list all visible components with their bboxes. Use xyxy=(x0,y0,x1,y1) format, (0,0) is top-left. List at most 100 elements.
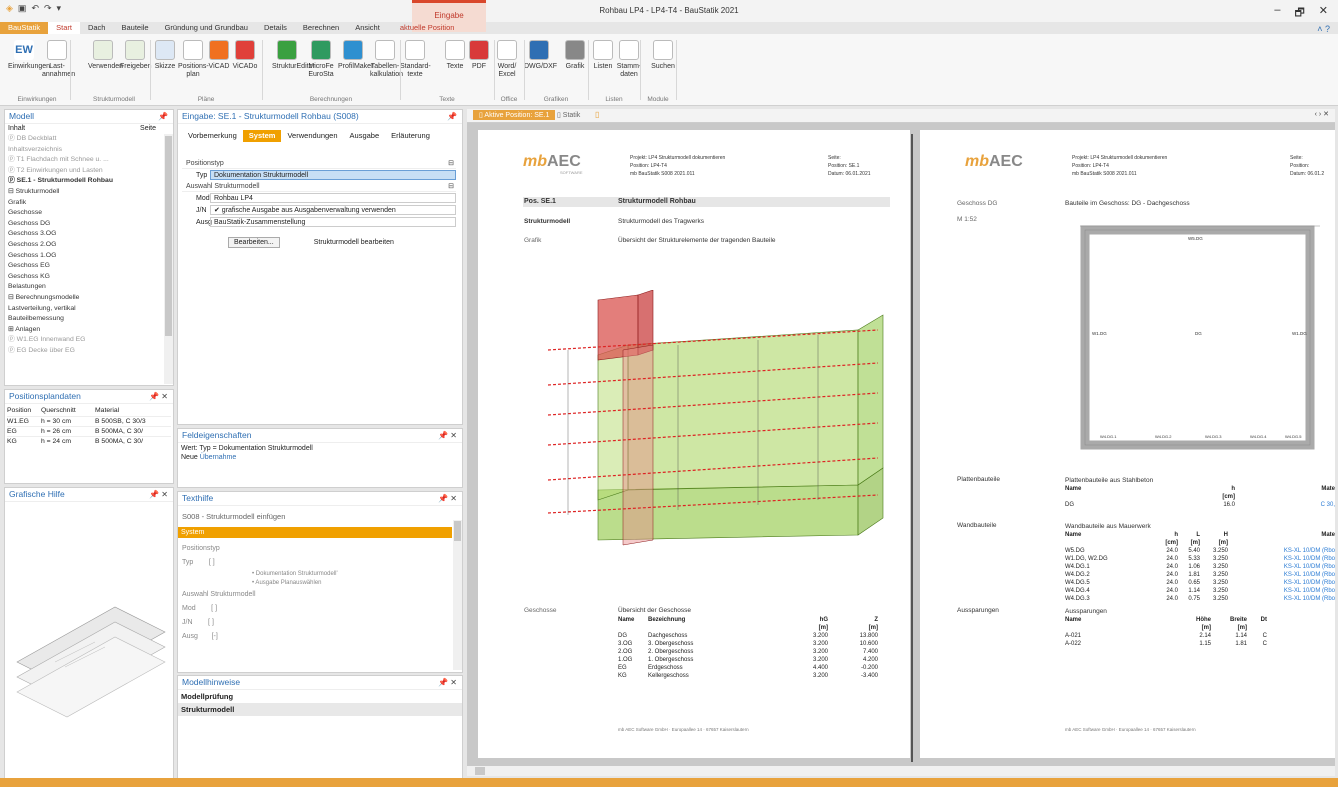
tree-item[interactable]: Bauteilbemessung xyxy=(8,314,173,325)
restore-icon[interactable]: 🗗 xyxy=(1294,4,1304,23)
pin-close-icon[interactable]: 📌 ✕ xyxy=(438,492,457,505)
word-excel-button[interactable]: Word/ Excel xyxy=(492,40,522,79)
table-row[interactable]: 1.OG 1. Obergeschoss 3.200 4.200 xyxy=(618,656,890,664)
scrollbar[interactable] xyxy=(164,134,173,384)
tree-item[interactable]: ⓟ EG Decke über EG xyxy=(8,346,173,357)
pin-icon[interactable]: 📌 xyxy=(447,110,457,123)
table-row[interactable]: W1.EG h = 30 cm B 500SB, C 30/3 xyxy=(7,416,171,426)
suchen-button[interactable]: Suchen xyxy=(648,40,678,71)
table-row[interactable]: W4.DG.5 24.0 0.65 3.250 KS-XL 10/DM (Rbo xyxy=(1065,579,1335,587)
minimize-icon[interactable]: – xyxy=(1274,4,1280,23)
new-tab-icon[interactable]: ▯ xyxy=(595,110,599,119)
cell: 0.75 xyxy=(1188,596,1200,602)
cell: 4.200 xyxy=(862,657,878,663)
subtab-system[interactable]: System xyxy=(242,130,282,142)
tree-item[interactable]: ⊟ Strukturmodell xyxy=(8,187,173,198)
tree-item[interactable]: ⓟ T2 Einwirkungen und Lasten xyxy=(8,166,173,177)
pin-close-icon[interactable]: 📌 ✕ xyxy=(438,429,457,442)
hint-modellpruefung[interactable]: Modellprüfung xyxy=(178,690,462,703)
tree-item[interactable]: Belastungen xyxy=(8,282,173,293)
tab-gründung-und-grundbau[interactable]: Gründung und Grundbau xyxy=(157,22,256,34)
table-row[interactable]: A-021 2.14 1.14 C xyxy=(1065,632,1335,640)
tree-item[interactable]: ⊞ Anlagen xyxy=(8,325,173,336)
standardtexte-button[interactable]: Standard- texte xyxy=(400,40,431,79)
tree-item[interactable]: ⓟ SE.1 - Strukturmodell Rohbau xyxy=(8,176,173,187)
subtab-ausgabe[interactable]: Ausgabe xyxy=(344,130,386,142)
scrollbar[interactable] xyxy=(453,520,462,670)
pin-close-icon[interactable]: 📌 ✕ xyxy=(149,488,168,501)
tab-start[interactable]: Start xyxy=(48,22,80,34)
tree-item[interactable]: Geschoss DG xyxy=(8,219,173,230)
pin-close-icon[interactable]: 📌 ✕ xyxy=(149,390,168,403)
tab-baustatik[interactable]: BauStatik xyxy=(0,22,49,34)
microfe-button[interactable]: MicroFe EuroSta xyxy=(306,40,336,79)
table-row[interactable]: W4.DG.4 24.0 1.14 3.250 KS-XL 10/DM (Rbo xyxy=(1065,587,1335,595)
tab-details[interactable]: Details xyxy=(256,22,295,34)
tree-item[interactable]: Grafik xyxy=(8,198,173,209)
tree-item[interactable]: Geschosse xyxy=(8,208,173,219)
tab-dach[interactable]: Dach xyxy=(80,22,114,34)
cell: 16.0 xyxy=(1223,502,1235,508)
skizze-button[interactable]: Skizze xyxy=(150,40,180,71)
bmp-button[interactable]: Grafik xyxy=(560,40,590,71)
uebernahme-link[interactable]: Übernahme xyxy=(200,454,237,461)
pdf-button[interactable]: PDF xyxy=(464,40,494,71)
einwirkungen-button[interactable]: EW Einwirkungen xyxy=(8,40,50,71)
table-row[interactable]: W4.DG.1 24.0 1.06 3.250 KS-XL 10/DM (Rbo xyxy=(1065,563,1335,571)
subtab-erläuterung[interactable]: Erläuterung xyxy=(385,130,436,142)
table-row[interactable]: DG 16.0 C 30, xyxy=(1065,501,1335,509)
dwg-button[interactable]: DWG/DXF xyxy=(524,40,557,71)
doc-tab-statik[interactable]: ▯ Statik xyxy=(557,111,580,119)
tree-item[interactable]: Inhaltsverzeichnis xyxy=(8,145,173,156)
tree-item[interactable]: Lastverteilung, vertikal xyxy=(8,304,173,315)
tree-item[interactable]: Geschoss 2.OG xyxy=(8,240,173,251)
table-row[interactable]: 2.OG 2. Obergeschoss 3.200 7.400 xyxy=(618,648,890,656)
table-row[interactable]: W4.DG.2 24.0 1.81 3.250 KS-XL 10/DM (Rbo xyxy=(1065,571,1335,579)
ausg-select[interactable]: BauStatik-Zusammenstellung xyxy=(210,217,456,227)
tabellen-button[interactable]: Tabellen- kalkulation xyxy=(370,40,403,79)
tree-item[interactable]: Geschoss EG xyxy=(8,261,173,272)
tree-item[interactable]: ⓟ DB Deckblatt xyxy=(8,134,173,145)
doc-tab-active[interactable]: ▯ Aktive Position: SE.1 xyxy=(473,110,556,120)
tree-item[interactable]: Geschoss KG xyxy=(8,272,173,283)
subtab-vorbemerkung[interactable]: Vorbemerkung xyxy=(182,130,243,142)
mod-select[interactable]: Rohbau LP4 xyxy=(210,193,456,203)
tree-item[interactable]: Geschoss 1.OG xyxy=(8,251,173,262)
tree-item[interactable]: ⓟ T1 Flachdach mit Schnee u. ... xyxy=(8,155,173,166)
table-row[interactable]: 3.OG 3. Obergeschoss 3.200 10.600 xyxy=(618,640,890,648)
tab-berechnen[interactable]: Berechnen xyxy=(295,22,347,34)
tree-item[interactable]: ⓟ W1.EG Innenwand EG xyxy=(8,335,173,346)
table-row[interactable]: W4.DG.3 24.0 0.75 3.250 KS-XL 10/DM (Rbo xyxy=(1065,595,1335,603)
table-row[interactable]: KG Kellergeschoss 3.200 -3.400 xyxy=(618,672,890,680)
table-row[interactable]: W1.DG, W2.DG 24.0 5.33 3.250 KS-XL 10/DM (Rb… xyxy=(1065,555,1335,563)
jn-checkbox[interactable]: ✔ grafische Ausgabe aus Ausgabenverwaltu… xyxy=(210,205,456,215)
subtab-verwendungen[interactable]: Verwendungen xyxy=(281,130,343,142)
table-row[interactable]: EG Erdgeschoss 4.400 -0.200 xyxy=(618,664,890,672)
vicado-button[interactable]: ViCADo xyxy=(230,40,260,71)
tab-nav-icon[interactable]: ‹ › ✕ xyxy=(1315,110,1329,118)
struktureditor-button[interactable]: StrukturEditor xyxy=(272,40,315,71)
pin-close-icon[interactable]: 📌 ✕ xyxy=(438,676,457,689)
tree-item[interactable]: ⊟ Berechnungsmodelle xyxy=(8,293,173,304)
typ-select[interactable]: Dokumentation Strukturmodell xyxy=(210,170,456,180)
close-icon[interactable]: ✕ xyxy=(1319,4,1328,23)
horizontal-scrollbar[interactable] xyxy=(467,766,1335,776)
table-row[interactable]: DG Dachgeschoss 3.200 13.800 xyxy=(618,632,890,640)
tab-aktuelle-position[interactable]: aktuelle Position xyxy=(392,22,463,34)
table-row[interactable]: KG h = 24 cm B 500MA, C 30/ xyxy=(7,436,171,446)
table-row[interactable]: EG h = 26 cm B 500MA, C 30/ xyxy=(7,426,171,436)
tab-ansicht[interactable]: Ansicht xyxy=(347,22,388,34)
verwenden-button[interactable]: Verwenden xyxy=(88,40,123,71)
tab-bauteile[interactable]: Bauteile xyxy=(113,22,156,34)
pin-icon[interactable]: 📌 xyxy=(158,110,168,123)
p2-aus-r: Aussparungen xyxy=(1065,608,1107,615)
lastannahmen-button[interactable]: Last- annahmen xyxy=(42,40,75,79)
profilmaker-button[interactable]: ProfilMaker xyxy=(338,40,373,71)
hint-strukturmodell[interactable]: Strukturmodell xyxy=(178,703,462,716)
table-row[interactable]: W5.DG 24.0 5.40 3.250 KS-XL 10/DM (Rbo xyxy=(1065,547,1335,555)
freigeben-button[interactable]: Freigeben xyxy=(120,40,152,71)
tree-item[interactable]: Geschoss 3.OG xyxy=(8,229,173,240)
table-row[interactable]: A-022 1.15 1.81 C xyxy=(1065,640,1335,648)
group-pläne: Pläne xyxy=(197,96,215,103)
bearbeiten-button[interactable]: Bearbeiten... xyxy=(228,237,280,248)
